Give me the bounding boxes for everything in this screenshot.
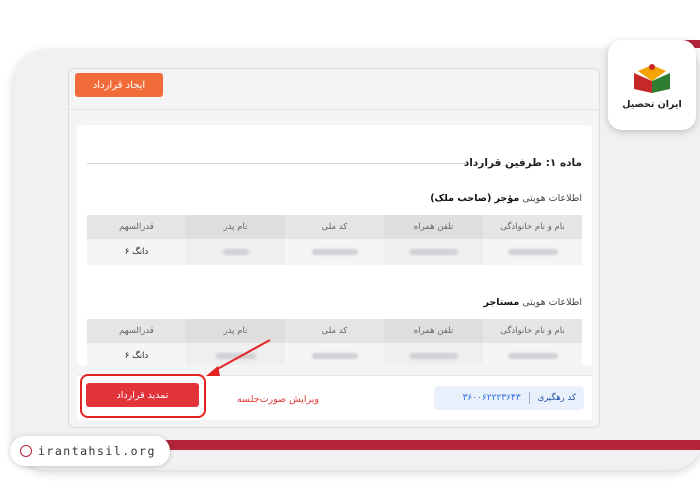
create-contract-button[interactable]: ایجاد قرارداد [75, 73, 163, 97]
header-share: قدرالسهم [87, 319, 186, 343]
tenant-fullname-cell [483, 343, 582, 365]
tracking-separator [528, 392, 530, 404]
tenant-national-code-cell [285, 343, 384, 365]
site-badge[interactable]: irantahsil.org [10, 436, 170, 466]
header-father-name: نام پدر [186, 215, 285, 239]
renew-contract-button[interactable]: تمدید قرارداد [86, 383, 199, 407]
section-divider [87, 163, 467, 164]
book-emblem-icon [634, 63, 670, 93]
brand-logo: ایران تحصیل [608, 40, 696, 130]
tenant-subheading: اطلاعات هویتی مستاجر [483, 297, 582, 308]
tracking-number: ۳۶۰۰۶۲۲۲۳۶۴۳ [462, 393, 521, 403]
owner-table: نام و نام خانوادگی تلفن همراه کد ملی نام… [87, 215, 582, 265]
tenant-mobile-cell [384, 343, 483, 365]
edit-minutes-link[interactable]: ویرایش صورت‌جلسه [237, 394, 319, 405]
header-mobile: تلفن همراه [384, 319, 483, 343]
header-fullname: نام و نام خانوادگی [483, 215, 582, 239]
tenant-share-cell: ۶ دانگ [87, 343, 186, 365]
header-mobile: تلفن همراه [384, 215, 483, 239]
owner-fullname-cell [483, 239, 582, 265]
owner-subheading: اطلاعات هویتی مؤجر (صاحب ملک) [430, 193, 582, 204]
tracking-label: کد رهگیری [537, 393, 576, 403]
owner-father-name-cell [186, 239, 285, 265]
parties-card: ماده ۱: طرفین قرارداد اطلاعات هویتی مؤجر… [77, 125, 592, 365]
owner-mobile-cell [384, 239, 483, 265]
logo-text: ایران تحصیل [622, 98, 682, 110]
decorative-bar [160, 440, 700, 450]
owner-role: مؤجر (صاحب ملک) [430, 193, 520, 204]
section-title: ماده ۱: طرفین قرارداد [463, 157, 582, 169]
tenant-subheading-prefix: اطلاعات هویتی [519, 297, 582, 308]
header-share: قدرالسهم [87, 215, 186, 239]
tenant-table: نام و نام خانوادگی تلفن همراه کد ملی نام… [87, 319, 582, 365]
globe-icon [20, 445, 32, 457]
site-url: irantahsil.org [38, 444, 156, 458]
toolbar: ایجاد قرارداد [69, 69, 599, 110]
owner-subheading-prefix: اطلاعات هویتی [519, 193, 582, 204]
header-fullname: نام و نام خانوادگی [483, 319, 582, 343]
tenant-role: مستاجر [483, 297, 520, 308]
tracking-code-box: کد رهگیری ۳۶۰۰۶۲۲۲۳۶۴۳ [434, 386, 584, 410]
header-national-code: کد ملی [285, 319, 384, 343]
header-national-code: کد ملی [285, 215, 384, 239]
owner-share-cell: ۶ دانگ [87, 239, 186, 265]
pointer-arrow [206, 339, 271, 376]
owner-national-code-cell [285, 239, 384, 265]
